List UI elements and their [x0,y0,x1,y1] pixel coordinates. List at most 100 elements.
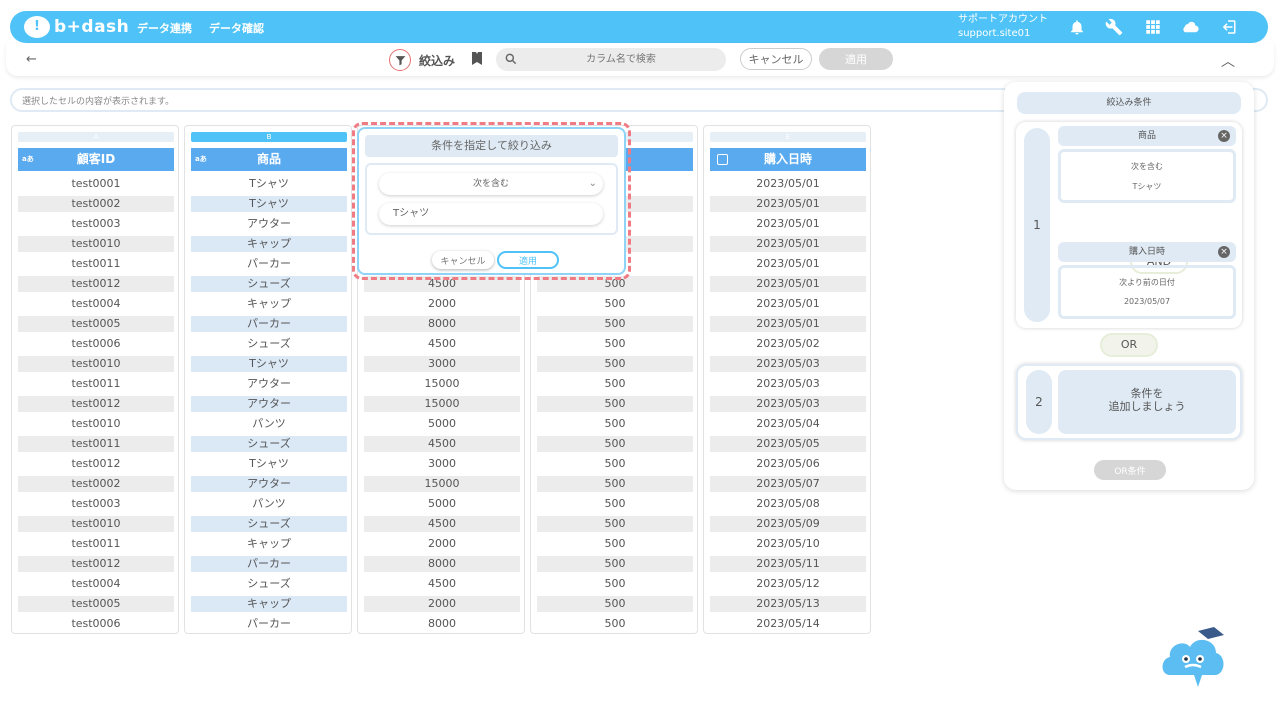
table-cell[interactable]: test0004 [18,576,174,592]
table-cell[interactable]: test0012 [18,396,174,412]
table-cell[interactable]: 2023/05/13 [710,596,866,612]
table-cell[interactable]: 500 [537,296,693,312]
table-cell[interactable]: 500 [537,316,693,332]
table-cell[interactable]: 2023/05/06 [710,456,866,472]
table-cell[interactable]: 2023/05/02 [710,336,866,352]
table-cell[interactable]: test0012 [18,456,174,472]
table-cell[interactable]: test0002 [18,196,174,212]
column-header[interactable]: 購入日時 [710,148,866,171]
table-cell[interactable]: 8000 [364,616,520,632]
filter-icon[interactable] [389,49,411,71]
table-cell[interactable]: 2023/05/01 [710,256,866,272]
operator-select[interactable]: 次を含む ⌄ [379,173,603,195]
column-search[interactable] [496,48,726,71]
column-letter[interactable]: A [18,132,174,142]
table-cell[interactable]: 500 [537,616,693,632]
apply-button[interactable]: 適用 [819,48,893,70]
table-cell[interactable]: 500 [537,476,693,492]
table-cell[interactable]: 500 [537,596,693,612]
table-cell[interactable]: パーカー [191,616,347,632]
mascot-cloud-icon[interactable] [1158,625,1228,691]
table-cell[interactable]: test0005 [18,596,174,612]
filter-value-input[interactable]: Tシャツ [379,203,603,225]
bell-icon[interactable] [1067,17,1087,37]
table-cell[interactable]: test0010 [18,356,174,372]
table-cell[interactable]: test0001 [18,176,174,192]
table-cell[interactable]: 2023/05/12 [710,576,866,592]
or-condition-button[interactable]: OR条件 [1094,460,1166,480]
table-cell[interactable]: test0011 [18,436,174,452]
table-cell[interactable]: test0010 [18,516,174,532]
add-condition-button[interactable]: 条件を 追加しましょう [1058,370,1236,434]
table-cell[interactable]: 2023/05/10 [710,536,866,552]
table-cell[interactable]: 500 [537,536,693,552]
table-cell[interactable]: test0006 [18,336,174,352]
table-cell[interactable]: 2023/05/01 [710,276,866,292]
table-cell[interactable]: 2023/05/14 [710,616,866,632]
table-cell[interactable]: キャップ [191,596,347,612]
column-header[interactable]: aあ 商品 [191,148,347,171]
table-cell[interactable]: 15000 [364,476,520,492]
table-cell[interactable]: アウター [191,476,347,492]
table-cell[interactable]: Tシャツ [191,176,347,192]
nav-data-link[interactable]: データ連携 [137,20,192,36]
table-cell[interactable]: 500 [537,576,693,592]
table-cell[interactable]: 2023/05/03 [710,356,866,372]
table-cell[interactable]: 3000 [364,356,520,372]
table-cell[interactable]: 15000 [364,396,520,412]
table-cell[interactable]: シューズ [191,516,347,532]
table-cell[interactable]: パンツ [191,416,347,432]
table-cell[interactable]: 500 [537,336,693,352]
table-cell[interactable]: 500 [537,516,693,532]
table-cell[interactable]: 2023/05/05 [710,436,866,452]
table-cell[interactable]: test0011 [18,376,174,392]
table-cell[interactable]: 3000 [364,456,520,472]
table-cell[interactable]: 500 [537,416,693,432]
table-cell[interactable]: 500 [537,496,693,512]
table-cell[interactable]: シューズ [191,276,347,292]
table-cell[interactable]: 4500 [364,336,520,352]
table-cell[interactable]: test0011 [18,536,174,552]
table-cell[interactable]: パーカー [191,256,347,272]
nav-data-check[interactable]: データ確認 [209,20,264,36]
table-cell[interactable]: パンツ [191,496,347,512]
table-cell[interactable]: Tシャツ [191,456,347,472]
logout-icon[interactable] [1218,17,1238,37]
table-cell[interactable]: 5000 [364,416,520,432]
table-cell[interactable]: シューズ [191,436,347,452]
table-cell[interactable]: test0006 [18,616,174,632]
column-search-input[interactable] [526,50,716,69]
table-cell[interactable]: test0002 [18,476,174,492]
table-cell[interactable]: 500 [537,436,693,452]
condition-item[interactable]: 購入日時 × 次より前の日付 2023/05/07 [1058,242,1236,319]
table-cell[interactable]: test0003 [18,496,174,512]
table-cell[interactable]: 2023/05/01 [710,316,866,332]
table-cell[interactable]: test0005 [18,316,174,332]
table-cell[interactable]: test0010 [18,236,174,252]
table-cell[interactable]: Tシャツ [191,196,347,212]
table-cell[interactable]: test0003 [18,216,174,232]
table-cell[interactable]: パーカー [191,556,347,572]
table-cell[interactable]: 2023/05/09 [710,516,866,532]
table-cell[interactable]: アウター [191,216,347,232]
table-cell[interactable]: 4500 [364,576,520,592]
table-cell[interactable]: 15000 [364,376,520,392]
table-cell[interactable]: 2023/05/01 [710,196,866,212]
column-header[interactable]: aあ 顧客ID [18,148,174,171]
table-cell[interactable]: パーカー [191,316,347,332]
table-cell[interactable]: 500 [537,456,693,472]
table-cell[interactable]: 500 [537,396,693,412]
popup-cancel-button[interactable]: キャンセル [432,251,494,269]
grid-icon[interactable] [1143,17,1163,37]
table-cell[interactable]: 2023/05/01 [710,236,866,252]
table-cell[interactable]: 2023/05/08 [710,496,866,512]
table-cell[interactable]: 4500 [364,436,520,452]
table-cell[interactable]: 2023/05/01 [710,296,866,312]
table-cell[interactable]: 2000 [364,536,520,552]
table-cell[interactable]: キャップ [191,536,347,552]
wrench-icon[interactable] [1104,17,1124,37]
table-cell[interactable]: 2000 [364,596,520,612]
table-cell[interactable]: アウター [191,376,347,392]
table-cell[interactable]: 2000 [364,296,520,312]
logo[interactable]: ! b+dash [24,16,129,38]
